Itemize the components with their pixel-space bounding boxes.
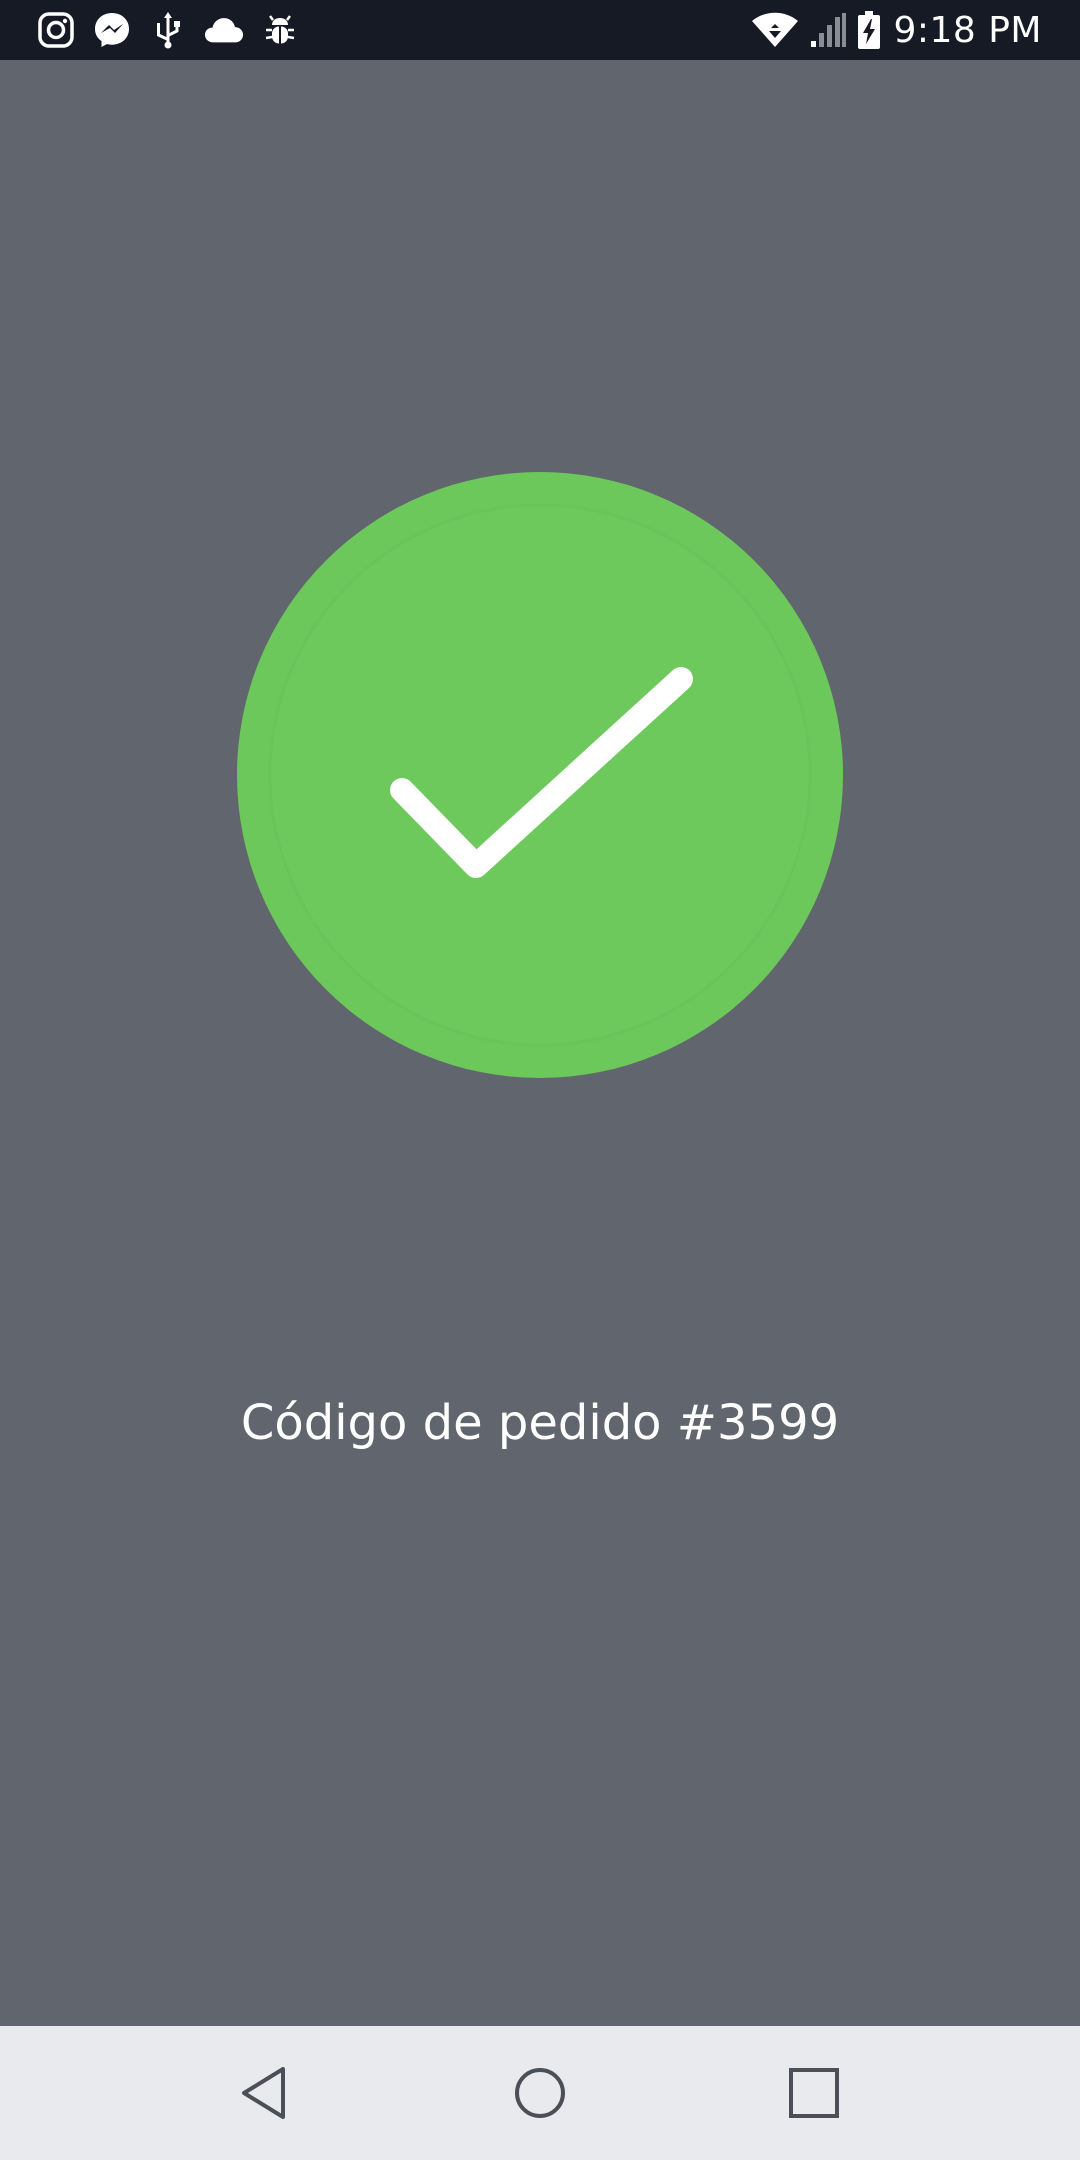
home-button[interactable] (500, 2053, 580, 2133)
status-clock: 9:18 PM (893, 9, 1042, 51)
cloud-icon (204, 10, 244, 50)
navigation-bar (0, 2026, 1080, 2160)
messenger-icon (92, 10, 132, 50)
recents-icon (789, 2068, 839, 2118)
order-code-text: Código de pedido #3599 (240, 1395, 840, 1451)
recents-button[interactable] (774, 2053, 854, 2133)
checkmark-icon (268, 503, 812, 1047)
system-icons: 9:18 PM (751, 0, 1042, 60)
status-bar: 9:18 PM (0, 0, 1080, 60)
battery-charging-icon (857, 10, 881, 50)
signal-icon (809, 10, 847, 50)
wifi-icon (751, 10, 799, 50)
success-badge (237, 472, 843, 1078)
notification-icons (36, 0, 316, 60)
usb-icon (148, 10, 188, 50)
home-icon (515, 2068, 565, 2118)
back-icon (242, 2067, 285, 2119)
instagram-icon (36, 10, 76, 50)
bug-icon (260, 10, 300, 50)
order-success-screen: Código de pedido #3599 (0, 60, 1080, 2026)
back-button[interactable] (224, 2053, 304, 2133)
